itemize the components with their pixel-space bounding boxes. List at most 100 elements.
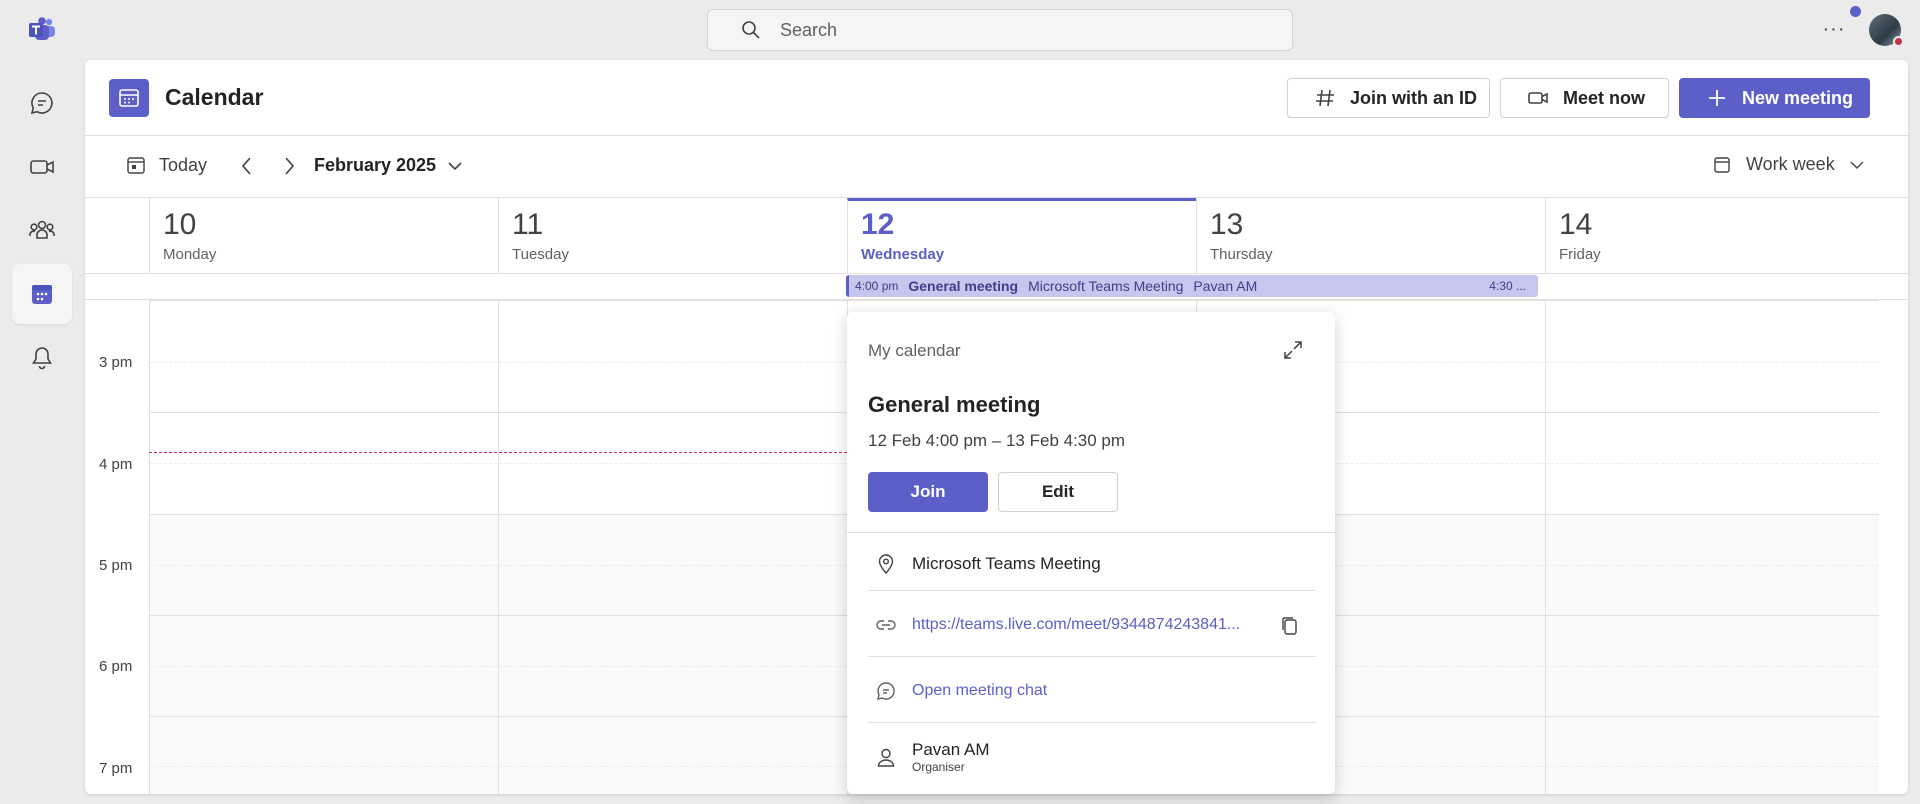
current-time-indicator	[149, 452, 847, 453]
expand-icon[interactable]	[1282, 339, 1304, 361]
organiser-role: Organiser	[912, 760, 965, 774]
divider	[868, 722, 1316, 723]
person-icon	[877, 748, 895, 767]
search-icon	[742, 21, 760, 39]
time-label: 7 pm	[99, 760, 133, 777]
day-number: 10	[163, 208, 197, 241]
time-label: 6 pm	[99, 658, 133, 675]
search-placeholder: Search	[780, 19, 838, 40]
calendar-icon	[32, 285, 52, 304]
join-with-id-label: Join with an ID	[1350, 87, 1478, 108]
bell-icon	[32, 347, 52, 370]
day-header-wednesday[interactable]: 12 Wednesday	[847, 198, 1196, 273]
organiser-name: Pavan AM	[912, 740, 990, 759]
calendar-name: My calendar	[868, 341, 961, 360]
meeting-time: 12 Feb 4:00 pm – 13 Feb 4:30 pm	[868, 431, 1126, 450]
divider	[868, 590, 1316, 591]
meeting-details-popup: My calendar General meeting 12 Feb 4:00 …	[847, 312, 1335, 794]
organiser-info: Pavan AM Organiser	[912, 740, 990, 774]
join-with-id-button[interactable]: Join with an ID	[1287, 78, 1490, 118]
time-label: 5 pm	[99, 557, 133, 574]
event-title: General meeting	[908, 278, 1019, 294]
teams-icon	[29, 220, 55, 239]
link-icon	[876, 620, 896, 630]
rail-calendar[interactable]	[12, 264, 72, 324]
top-bar: Search ···	[0, 0, 1920, 58]
day-number: 11	[512, 208, 544, 241]
page-title: Calendar	[165, 84, 264, 110]
event-organiser: Pavan AM	[1193, 278, 1258, 294]
time-label: 4 pm	[99, 456, 133, 473]
rail-meet[interactable]	[12, 137, 72, 197]
meet-now-button[interactable]: Meet now	[1500, 78, 1669, 118]
chevron-down-icon[interactable]	[446, 157, 464, 175]
event-location: Microsoft Teams Meeting	[1028, 278, 1184, 294]
video-icon	[1528, 92, 1548, 104]
plus-icon	[1709, 90, 1725, 106]
open-meeting-chat-row[interactable]: Open meeting chat	[875, 680, 1047, 702]
day-number: 13	[1210, 208, 1244, 241]
column-line	[149, 300, 150, 794]
search-bar[interactable]: Search	[707, 9, 1293, 51]
edit-button[interactable]: Edit	[998, 472, 1118, 512]
new-meeting-label: New meeting	[1742, 87, 1854, 108]
join-button[interactable]: Join	[868, 472, 988, 512]
calendar-app-icon	[109, 79, 149, 117]
day-header-monday[interactable]: 10 Monday	[149, 198, 498, 273]
event-end-time: 4:30 ...	[1489, 279, 1526, 293]
rail-chat[interactable]	[12, 73, 72, 133]
day-name: Wednesday	[861, 246, 945, 263]
calendar-today-icon	[127, 157, 145, 174]
day-header-thursday[interactable]: 13 Thursday	[1196, 198, 1545, 273]
today-button[interactable]: Today	[125, 154, 207, 176]
day-name: Friday	[1559, 246, 1601, 263]
day-header-friday[interactable]: 14 Friday	[1545, 198, 1908, 273]
day-name: Tuesday	[512, 246, 569, 263]
chevron-left-icon[interactable]	[237, 155, 257, 177]
day-number: 12	[861, 208, 895, 241]
chat-icon	[877, 682, 895, 700]
calendar-view-icon	[1714, 156, 1730, 173]
calendar-header: Calendar Join with an ID Meet now New me…	[85, 60, 1908, 136]
view-selector[interactable]: Work week	[1712, 154, 1865, 175]
chevron-right-icon[interactable]	[279, 155, 299, 177]
rail-communities[interactable]	[12, 200, 72, 260]
event-start-time: 4:00 pm	[855, 279, 899, 293]
notification-dot	[1850, 6, 1861, 17]
presence-status-icon	[1893, 36, 1904, 47]
day-number: 14	[1559, 208, 1593, 241]
event-general-meeting[interactable]: 4:00 pm General meeting Microsoft Teams …	[846, 275, 1538, 297]
divider	[847, 532, 1335, 533]
calendar-toolbar: Today February 2025 Work week	[85, 136, 1908, 198]
location-pin-icon	[878, 554, 894, 575]
video-icon	[30, 160, 54, 174]
chevron-down-icon	[1850, 161, 1864, 169]
month-picker[interactable]: February 2025	[314, 155, 436, 176]
meeting-link-row[interactable]: https://teams.live.com/meet/934487424384…	[875, 614, 1240, 636]
teams-logo-icon[interactable]	[28, 17, 56, 41]
meeting-location: Microsoft Teams Meeting	[912, 554, 1101, 573]
chat-icon	[30, 92, 53, 115]
more-options-icon[interactable]: ···	[1823, 18, 1845, 40]
view-label: Work week	[1746, 154, 1835, 174]
new-meeting-button[interactable]: New meeting	[1679, 78, 1870, 118]
column-line	[498, 300, 499, 794]
day-name: Thursday	[1210, 246, 1273, 263]
rail-activity[interactable]	[12, 328, 72, 388]
meet-now-label: Meet now	[1563, 87, 1646, 108]
column-line	[1545, 300, 1546, 794]
meeting-title: General meeting	[868, 392, 1041, 417]
day-headers: 10 Monday 11 Tuesday 12 Wednesday 13 Thu…	[85, 198, 1908, 273]
divider	[868, 656, 1316, 657]
meeting-link[interactable]: https://teams.live.com/meet/934487424384…	[912, 616, 1240, 634]
time-label: 3 pm	[99, 354, 133, 371]
organiser-row: Pavan AM Organiser	[875, 740, 990, 774]
day-name: Monday	[163, 246, 217, 263]
copy-icon[interactable]	[1279, 615, 1301, 637]
open-meeting-chat-label[interactable]: Open meeting chat	[912, 682, 1047, 700]
today-label: Today	[159, 154, 208, 175]
meeting-location-row: Microsoft Teams Meeting	[875, 553, 1101, 575]
hash-icon	[1316, 89, 1334, 107]
day-header-tuesday[interactable]: 11 Tuesday	[498, 198, 847, 273]
hour-line	[149, 300, 1879, 301]
